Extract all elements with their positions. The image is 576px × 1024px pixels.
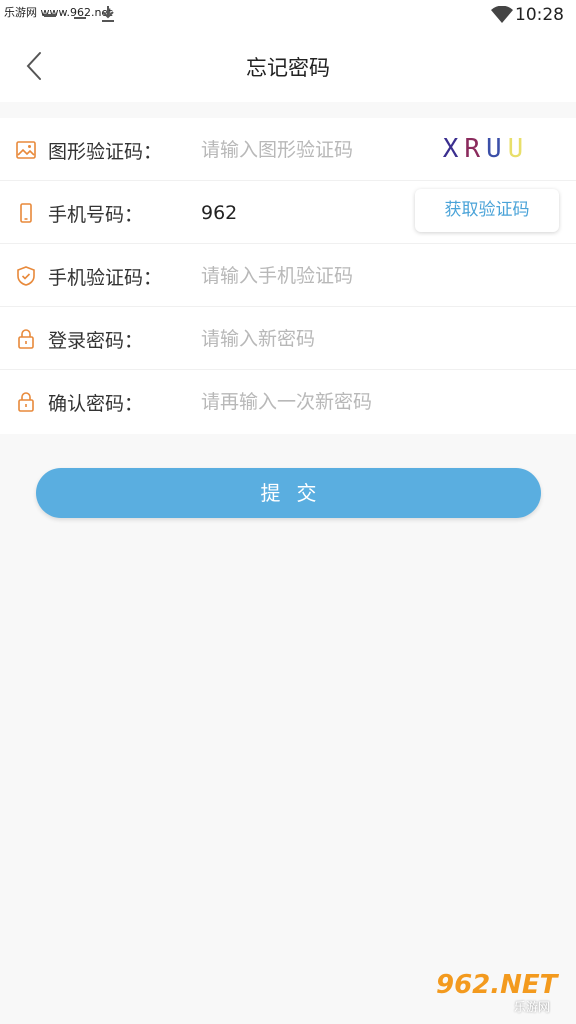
- app-header: 忘记密码: [0, 30, 576, 102]
- captcha-label: 图形验证码：: [48, 141, 163, 163]
- watermark-logo: 962.NET 乐游网: [436, 970, 568, 1016]
- lock-icon: [18, 392, 34, 412]
- captcha-char: U: [507, 134, 530, 164]
- new-password-input[interactable]: [201, 321, 541, 357]
- status-time: 10:28: [515, 5, 564, 25]
- shield-icon: [17, 266, 35, 286]
- sms-code-row: 手机验证码：: [0, 244, 576, 307]
- reset-password-form: 图形验证码： X R U U 手机号码： 获取验证码 手机验证码：: [0, 118, 576, 434]
- phone-icon: [20, 203, 32, 223]
- submit-button[interactable]: 提交: [36, 468, 541, 518]
- page-title: 忘记密码: [246, 56, 330, 80]
- new-password-row: 登录密码：: [0, 307, 576, 370]
- confirm-password-row: 确认密码：: [0, 370, 576, 433]
- notification-icon-2: [74, 17, 86, 19]
- confirm-password-label: 确认密码：: [48, 393, 144, 415]
- phone-row: 手机号码： 获取验证码: [0, 181, 576, 244]
- wifi-icon: [491, 6, 513, 23]
- notification-icon: [44, 14, 56, 17]
- new-password-label: 登录密码：: [48, 330, 144, 352]
- sms-code-input[interactable]: [201, 258, 541, 294]
- get-code-button[interactable]: 获取验证码: [415, 189, 559, 232]
- status-watermark: 乐游网 www.962.net: [4, 6, 113, 19]
- captcha-char: X: [442, 134, 465, 164]
- confirm-password-input[interactable]: [201, 384, 541, 420]
- phone-label: 手机号码：: [48, 204, 144, 226]
- captcha-image[interactable]: X R U U: [432, 132, 540, 166]
- status-bar: 乐游网 www.962.net 10:28: [0, 0, 576, 30]
- watermark-name: 乐游网: [514, 1000, 551, 1014]
- captcha-char: R: [464, 134, 486, 164]
- phone-input[interactable]: [201, 195, 401, 231]
- watermark-brand: 962.NET: [436, 970, 558, 1000]
- image-icon: [16, 141, 36, 159]
- captcha-input[interactable]: [201, 132, 401, 168]
- download-icon: [102, 6, 114, 22]
- sms-code-label: 手机验证码：: [48, 267, 163, 289]
- lock-icon: [18, 329, 34, 349]
- captcha-char: U: [486, 134, 508, 164]
- captcha-row: 图形验证码： X R U U: [0, 118, 576, 181]
